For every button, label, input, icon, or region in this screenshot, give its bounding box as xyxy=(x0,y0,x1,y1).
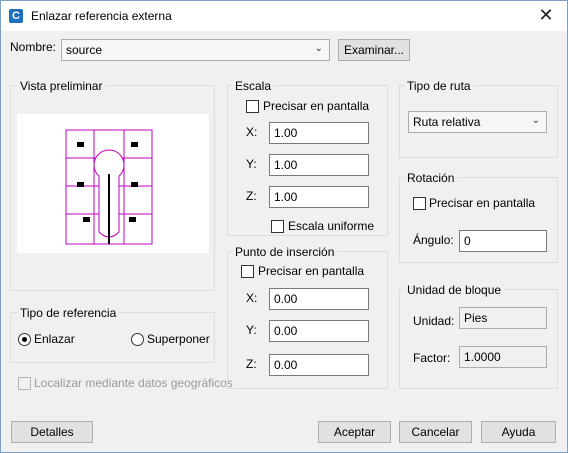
chevron-down-icon: ⌄ xyxy=(314,43,323,54)
help-button[interactable]: Ayuda xyxy=(481,421,556,443)
insertion-x-label: X: xyxy=(246,291,258,305)
block-unit-title: Unidad de bloque xyxy=(404,283,505,297)
ok-button[interactable]: Aceptar xyxy=(318,421,391,443)
factor-label: Factor: xyxy=(413,351,451,365)
path-type-title: Tipo de ruta xyxy=(404,79,474,93)
attach-radio[interactable] xyxy=(18,333,31,346)
app-icon: C xyxy=(9,9,23,23)
reference-type-title: Tipo de referencia xyxy=(17,306,120,320)
angle-input[interactable]: 0 xyxy=(459,230,547,252)
browse-button[interactable]: Examinar... xyxy=(338,39,410,61)
radio-selected-dot xyxy=(22,337,27,342)
overlay-label[interactable]: Superponer xyxy=(147,332,210,346)
cancel-button[interactable]: Cancelar xyxy=(399,421,472,443)
insertion-z-input[interactable]: 0.00 xyxy=(269,354,369,376)
path-type-select[interactable]: Ruta relativa ⌄ xyxy=(408,111,547,133)
scale-y-label: Y: xyxy=(246,157,257,171)
rotation-specify-label[interactable]: Precisar en pantalla xyxy=(429,196,535,210)
name-label: Nombre: xyxy=(10,40,57,54)
details-button[interactable]: Detalles xyxy=(11,421,93,443)
window-title: Enlazar referencia externa xyxy=(31,9,172,23)
preview-group-title: Vista preliminar xyxy=(17,79,106,93)
scale-specify-label[interactable]: Precisar en pantalla xyxy=(263,99,369,113)
insertion-group-title: Punto de inserción xyxy=(232,245,338,259)
scale-z-label: Z: xyxy=(246,189,257,203)
overlay-radio[interactable] xyxy=(131,333,144,346)
rotation-specify-checkbox[interactable] xyxy=(413,197,426,210)
block-preview xyxy=(17,114,209,253)
unit-value: Pies xyxy=(459,307,547,329)
geo-checkbox[interactable] xyxy=(18,377,31,390)
path-type-value: Ruta relativa xyxy=(413,115,481,129)
block-unit-group xyxy=(399,289,558,389)
title-bar: C Enlazar referencia externa ✕ xyxy=(1,1,567,31)
insertion-specify-label[interactable]: Precisar en pantalla xyxy=(258,264,364,278)
insertion-z-label: Z: xyxy=(246,357,257,371)
uniform-scale-checkbox[interactable] xyxy=(271,220,284,233)
name-combobox[interactable]: source ⌄ xyxy=(61,39,330,61)
insertion-specify-checkbox[interactable] xyxy=(241,265,254,278)
attach-label[interactable]: Enlazar xyxy=(34,332,75,346)
factor-value: 1.0000 xyxy=(459,346,547,368)
insertion-x-input[interactable]: 0.00 xyxy=(269,288,369,310)
angle-label: Ángulo: xyxy=(413,233,454,247)
scale-z-input[interactable]: 1.00 xyxy=(269,186,369,208)
preview-drawing xyxy=(65,129,153,245)
geo-label: Localizar mediante datos geográficos xyxy=(34,376,233,390)
name-combobox-value: source xyxy=(66,43,103,57)
rotation-title: Rotación xyxy=(404,171,458,185)
scale-group-title: Escala xyxy=(232,79,275,93)
uniform-scale-label[interactable]: Escala uniforme xyxy=(288,219,374,233)
chevron-down-icon: ⌄ xyxy=(531,115,540,126)
dialog-window: C Enlazar referencia externa ✕ Nombre: s… xyxy=(0,0,568,453)
insertion-y-label: Y: xyxy=(246,323,257,337)
close-icon[interactable]: ✕ xyxy=(535,4,557,26)
scale-x-label: X: xyxy=(246,125,258,139)
scale-y-input[interactable]: 1.00 xyxy=(269,154,369,176)
unit-label: Unidad: xyxy=(413,314,455,328)
insertion-y-input[interactable]: 0.00 xyxy=(269,320,369,342)
scale-x-input[interactable]: 1.00 xyxy=(269,122,369,144)
scale-specify-checkbox[interactable] xyxy=(246,100,259,113)
